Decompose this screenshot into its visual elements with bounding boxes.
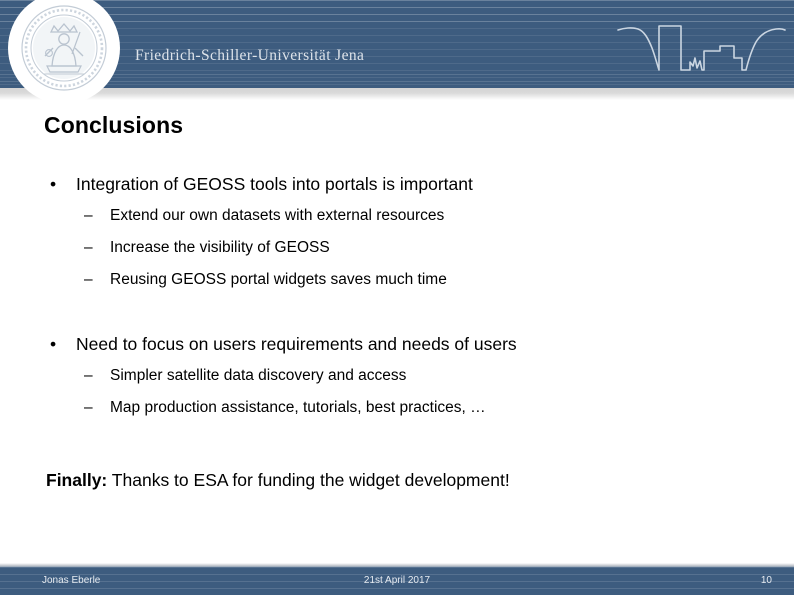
bullet-level1: • Integration of GEOSS tools into portal…: [44, 168, 750, 200]
bullet-level1-text: Integration of GEOSS tools into portals …: [76, 174, 473, 194]
slide-footer: Jonas Eberle 21st April 2017 10: [0, 567, 794, 595]
bullet-level1-text: Need to focus on users requirements and …: [76, 334, 517, 354]
slide-content: • Integration of GEOSS tools into portal…: [44, 168, 750, 424]
bullet-level2: – Simpler satellite data discovery and a…: [44, 360, 750, 392]
dash-marker-icon: –: [84, 367, 93, 384]
closing-text: Thanks to ESA for funding the widget dev…: [107, 470, 510, 490]
closing-statement: Finally: Thanks to ESA for funding the w…: [46, 470, 510, 491]
footer-date: 21st April 2017: [363, 575, 431, 586]
bullet-group: • Need to focus on users requirements an…: [44, 328, 750, 424]
university-seal-icon: [8, 0, 120, 104]
slide-title: Conclusions: [44, 112, 184, 138]
university-name: Friedrich-Schiller-Universität Jena: [135, 47, 365, 64]
bullet-group-spacer: [44, 296, 750, 328]
dash-marker-icon: –: [84, 399, 93, 416]
bullet-level2-text: Simpler satellite data discovery and acc…: [110, 367, 407, 384]
jena-skyline-icon: [616, 18, 786, 78]
bullet-marker-icon: •: [50, 334, 57, 354]
bullet-level2-text: Reusing GEOSS portal widgets saves much …: [110, 271, 447, 288]
bullet-level2-text: Map production assistance, tutorials, be…: [110, 399, 486, 416]
bullet-level2: – Extend our own datasets with external …: [44, 200, 750, 232]
dash-marker-icon: –: [84, 239, 93, 256]
bullet-group: • Integration of GEOSS tools into portal…: [44, 168, 750, 296]
closing-lead: Finally:: [46, 470, 108, 490]
bullet-marker-icon: •: [50, 174, 57, 194]
bullet-level2-text: Extend our own datasets with external re…: [110, 207, 445, 224]
bullet-level1: • Need to focus on users requirements an…: [44, 328, 750, 360]
dash-marker-icon: –: [84, 207, 93, 224]
header-gray-band: [0, 88, 794, 100]
bullet-level2: – Increase the visibility of GEOSS: [44, 232, 750, 264]
bullet-level2: – Reusing GEOSS portal widgets saves muc…: [44, 264, 750, 296]
dash-marker-icon: –: [84, 271, 93, 288]
bullet-level2: – Map production assistance, tutorials, …: [44, 392, 750, 424]
footer-page-number: 10: [760, 575, 772, 586]
bullet-level2-text: Increase the visibility of GEOSS: [110, 239, 330, 256]
